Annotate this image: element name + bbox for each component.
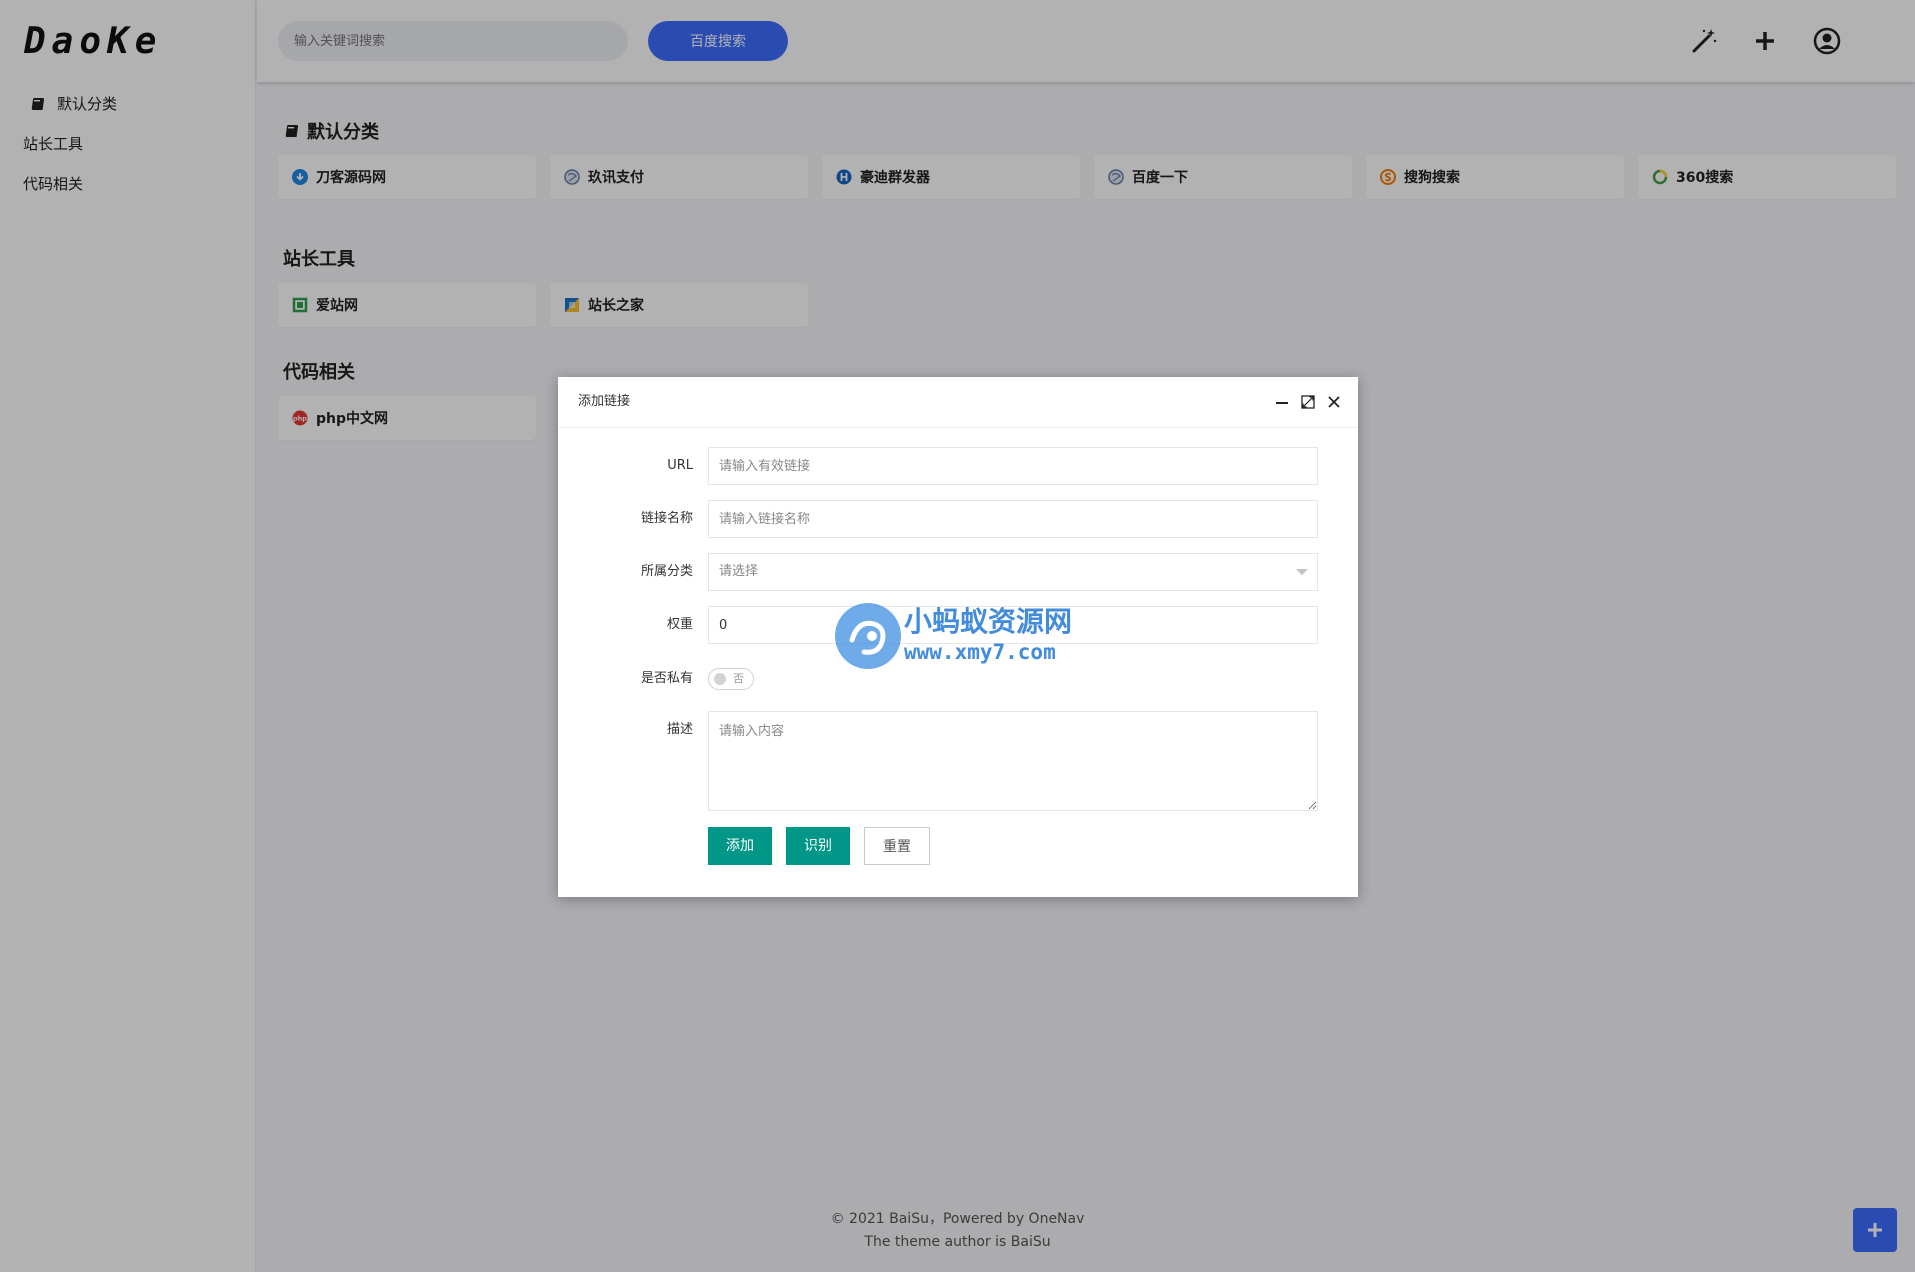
toggle-knob	[714, 673, 726, 685]
form-row-category: 所属分类 请选择	[558, 553, 1358, 591]
description-textarea[interactable]	[708, 711, 1318, 811]
chevron-down-icon	[1296, 569, 1308, 575]
form-actions: 添加 识别 重置	[558, 827, 1358, 865]
link-name-input[interactable]	[708, 500, 1318, 538]
close-icon[interactable]	[1326, 394, 1342, 410]
form-row-url: URL	[558, 447, 1358, 485]
dialog-title: 添加链接	[578, 394, 631, 409]
watermark-url: www.xmy7.com	[904, 640, 1056, 664]
watermark-title: 小蚂蚁资源网	[904, 605, 1073, 638]
reset-button[interactable]: 重置	[864, 827, 930, 865]
category-label: 所属分类	[640, 564, 693, 579]
minimize-icon[interactable]	[1274, 394, 1290, 410]
url-input[interactable]	[708, 447, 1318, 485]
dialog-header: 添加链接	[558, 377, 1358, 428]
toggle-state-text: 否	[733, 672, 744, 685]
add-button[interactable]: 添加	[708, 827, 772, 865]
description-label: 描述	[666, 722, 693, 737]
form-row-name: 链接名称	[558, 500, 1358, 538]
ant-logo-icon	[835, 603, 901, 669]
private-toggle[interactable]: 否	[708, 668, 754, 690]
weight-label: 权重	[666, 617, 693, 632]
category-select[interactable]: 请选择	[708, 553, 1318, 591]
maximize-icon[interactable]	[1300, 394, 1316, 410]
form-row-description: 描述	[558, 711, 1358, 811]
watermark: 小蚂蚁资源网 www.xmy7.com	[832, 598, 1092, 674]
url-label: URL	[667, 458, 693, 473]
link-name-label: 链接名称	[640, 511, 693, 526]
recognize-button[interactable]: 识别	[786, 827, 850, 865]
private-label: 是否私有	[640, 671, 693, 686]
